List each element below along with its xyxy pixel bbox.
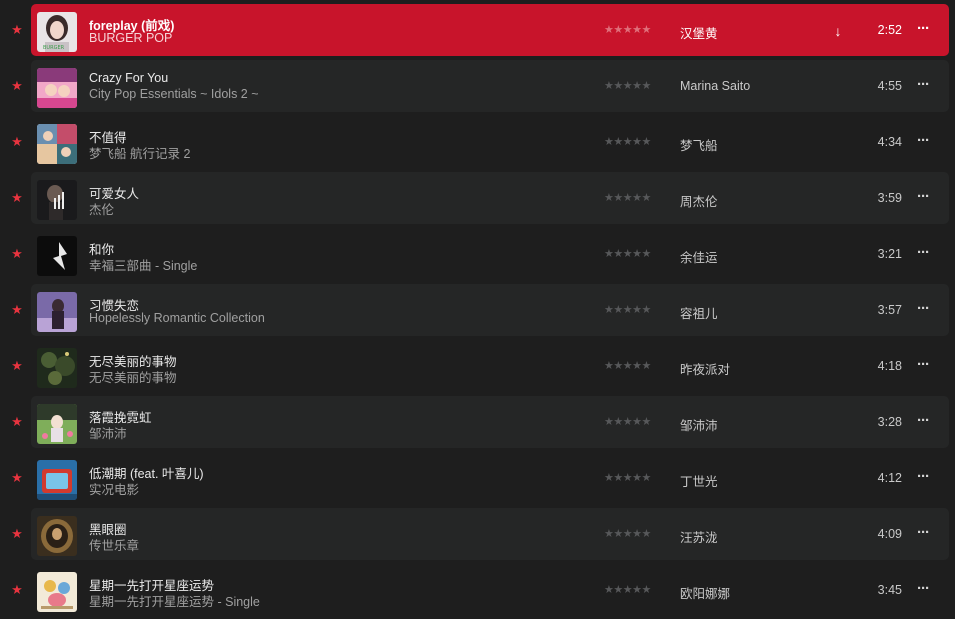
album-name[interactable]: 梦飞船 航行记录 2 bbox=[89, 143, 190, 162]
album-name[interactable]: 杰伦 bbox=[89, 199, 114, 218]
album-artwork bbox=[37, 404, 77, 444]
album-artwork bbox=[37, 124, 77, 164]
more-options-icon[interactable]: ··· bbox=[914, 413, 932, 431]
svg-text:BURGER: BURGER bbox=[43, 45, 65, 51]
duration: 3:21 bbox=[877, 247, 902, 261]
more-options-icon[interactable]: ··· bbox=[914, 133, 932, 151]
more-options-icon[interactable]: ··· bbox=[914, 245, 932, 263]
favorite-star-icon[interactable]: ★ bbox=[9, 299, 25, 321]
rating-stars[interactable]: ★★★★★ bbox=[604, 583, 651, 596]
download-icon[interactable]: ↓ bbox=[830, 21, 846, 41]
favorite-star-icon[interactable]: ★ bbox=[9, 355, 25, 377]
rating-stars[interactable]: ★★★★★ bbox=[604, 191, 651, 204]
rating-stars[interactable]: ★★★★★ bbox=[604, 471, 651, 484]
album-name[interactable]: City Pop Essentials ~ Idols 2 ~ bbox=[89, 87, 259, 101]
artist-name[interactable]: 欧阳娜娜 bbox=[680, 583, 730, 602]
album-name[interactable]: 邹沛沛 bbox=[89, 423, 127, 442]
album-name[interactable]: 幸福三部曲 - Single bbox=[89, 255, 197, 274]
more-options-icon[interactable]: ··· bbox=[914, 77, 932, 95]
row-background bbox=[31, 284, 949, 336]
album-name[interactable]: 星期一先打开星座运势 - Single bbox=[89, 591, 260, 610]
album-name[interactable]: 传世乐章 bbox=[89, 535, 139, 554]
song-row[interactable]: ★ 落霞挽霓虹 邹沛沛 ★★★★★ 邹沛沛 3:28 ··· bbox=[0, 394, 955, 450]
artist-name[interactable]: 汉堡黄 bbox=[680, 23, 718, 42]
row-background bbox=[31, 172, 949, 224]
more-options-icon[interactable]: ··· bbox=[914, 357, 932, 375]
artist-name[interactable]: Marina Saito bbox=[680, 79, 750, 93]
rating-stars[interactable]: ★★★★★ bbox=[604, 359, 651, 372]
duration: 4:09 bbox=[877, 527, 902, 541]
duration: 3:57 bbox=[877, 303, 902, 317]
more-options-icon[interactable]: ··· bbox=[914, 301, 932, 319]
album-artwork bbox=[37, 516, 77, 556]
album-artwork bbox=[37, 68, 77, 108]
row-background bbox=[31, 508, 949, 560]
song-row[interactable]: ★ 黑眼圈 传世乐章 ★★★★★ 汪苏泷 4:09 ··· bbox=[0, 506, 955, 562]
more-options-icon[interactable]: ··· bbox=[914, 469, 932, 487]
song-row[interactable]: ★ 无尽美丽的事物 无尽美丽的事物 ★★★★★ 昨夜派对 4:18 ··· bbox=[0, 338, 955, 394]
favorite-star-icon[interactable]: ★ bbox=[9, 131, 25, 153]
more-options-icon[interactable]: ··· bbox=[914, 189, 932, 207]
song-row[interactable]: ★ 可爱女人 杰伦 ★★★★★ 周杰伦 3:59 ··· bbox=[0, 170, 955, 226]
rating-stars[interactable]: ★★★★★ bbox=[604, 79, 651, 92]
duration: 3:45 bbox=[877, 583, 902, 597]
album-name[interactable]: 无尽美丽的事物 bbox=[89, 367, 177, 386]
favorite-star-icon[interactable]: ★ bbox=[9, 579, 25, 601]
artist-name[interactable]: 丁世光 bbox=[680, 471, 718, 490]
rating-stars[interactable]: ★★★★★ bbox=[604, 415, 651, 428]
artist-name[interactable]: 余佳运 bbox=[680, 247, 718, 266]
duration: 4:55 bbox=[877, 79, 902, 93]
album-artwork bbox=[37, 180, 77, 220]
favorite-star-icon[interactable]: ★ bbox=[9, 411, 25, 433]
song-row[interactable]: ★ Crazy For You City Pop Essentials ~ Id… bbox=[0, 58, 955, 114]
rating-stars[interactable]: ★★★★★ bbox=[604, 135, 651, 148]
favorite-star-icon[interactable]: ★ bbox=[9, 243, 25, 265]
row-background bbox=[31, 60, 949, 112]
song-row[interactable]: ★ 低潮期 (feat. 叶喜儿) 实况电影 ★★★★★ 丁世光 4:12 ··… bbox=[0, 450, 955, 506]
duration: 4:18 bbox=[877, 359, 902, 373]
album-artwork bbox=[37, 292, 77, 332]
rating-stars[interactable]: ★★★★★ bbox=[604, 527, 651, 540]
album-name[interactable]: BURGER POP bbox=[89, 31, 172, 45]
more-options-icon[interactable]: ··· bbox=[914, 581, 932, 599]
song-row[interactable]: ★ BURGER foreplay (前戏) BURGER POP ★★★★★ … bbox=[0, 2, 955, 58]
duration: 3:59 bbox=[877, 191, 902, 205]
album-artwork bbox=[37, 460, 77, 500]
album-name[interactable]: Hopelessly Romantic Collection bbox=[89, 311, 265, 325]
more-options-icon[interactable]: ··· bbox=[914, 525, 932, 543]
favorite-star-icon[interactable]: ★ bbox=[9, 187, 25, 209]
duration: 2:52 bbox=[877, 23, 902, 37]
album-artwork bbox=[37, 236, 77, 276]
artist-name[interactable]: 梦飞船 bbox=[680, 135, 718, 154]
favorite-star-icon[interactable]: ★ bbox=[9, 523, 25, 545]
album-artwork: BURGER bbox=[37, 12, 77, 52]
duration: 4:12 bbox=[877, 471, 902, 485]
artist-name[interactable]: 昨夜派对 bbox=[680, 359, 730, 378]
favorite-star-icon[interactable]: ★ bbox=[9, 75, 25, 97]
artist-name[interactable]: 周杰伦 bbox=[680, 191, 718, 210]
rating-stars[interactable]: ★★★★★ bbox=[604, 23, 651, 36]
artist-name[interactable]: 汪苏泷 bbox=[680, 527, 718, 546]
album-artwork bbox=[37, 348, 77, 388]
favorite-star-icon[interactable]: ★ bbox=[9, 19, 25, 41]
artist-name[interactable]: 邹沛沛 bbox=[680, 415, 718, 434]
artist-name[interactable]: 容祖儿 bbox=[680, 303, 718, 322]
duration: 3:28 bbox=[877, 415, 902, 429]
rating-stars[interactable]: ★★★★★ bbox=[604, 247, 651, 260]
album-artwork bbox=[37, 572, 77, 612]
rating-stars[interactable]: ★★★★★ bbox=[604, 303, 651, 316]
album-name[interactable]: 实况电影 bbox=[89, 479, 139, 498]
row-background bbox=[31, 396, 949, 448]
song-title[interactable]: Crazy For You bbox=[89, 71, 168, 85]
song-row[interactable]: ★ 和你 幸福三部曲 - Single ★★★★★ 余佳运 3:21 ··· bbox=[0, 226, 955, 282]
favorite-star-icon[interactable]: ★ bbox=[9, 467, 25, 489]
duration: 4:34 bbox=[877, 135, 902, 149]
more-options-icon[interactable]: ··· bbox=[914, 21, 932, 39]
song-row[interactable]: ★ 不值得 梦飞船 航行记录 2 ★★★★★ 梦飞船 4:34 ··· bbox=[0, 114, 955, 170]
song-row[interactable]: ★ 习惯失恋 Hopelessly Romantic Collection ★★… bbox=[0, 282, 955, 338]
song-row[interactable]: ★ 星期一先打开星座运势 星期一先打开星座运势 - Single ★★★★★ 欧… bbox=[0, 562, 955, 618]
